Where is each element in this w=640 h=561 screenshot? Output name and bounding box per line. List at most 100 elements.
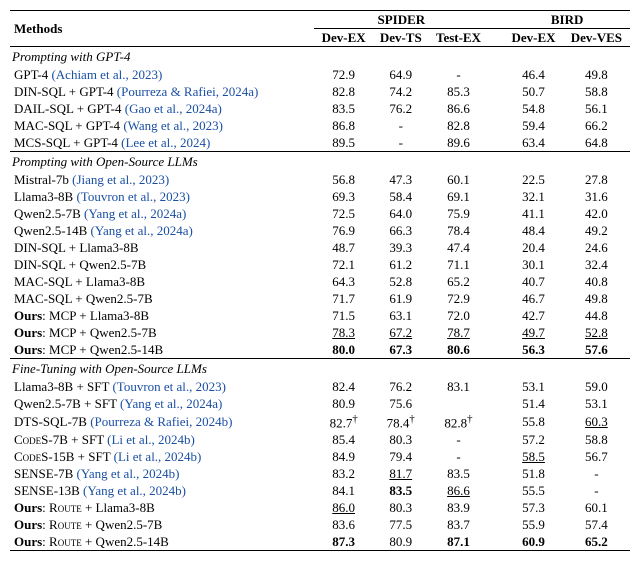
table-cell: 22.5 bbox=[504, 171, 562, 188]
table-cell: 49.2 bbox=[563, 222, 630, 239]
table-cell: 20.4 bbox=[504, 239, 562, 256]
table-cell: 54.8 bbox=[504, 100, 562, 117]
table-cell: 85.4 bbox=[314, 431, 372, 448]
table-row-method: Ours: MCP + Llama3-8B bbox=[10, 307, 314, 324]
table-cell: 72.1 bbox=[314, 256, 372, 273]
table-cell: 57.3 bbox=[504, 499, 562, 516]
table-cell: 50.7 bbox=[504, 83, 562, 100]
table-cell: - bbox=[563, 482, 630, 499]
table-cell: 83.6 bbox=[314, 516, 372, 533]
table-cell: 89.6 bbox=[429, 134, 489, 152]
table-cell: 78.3 bbox=[314, 324, 372, 341]
table-cell: 69.1 bbox=[429, 188, 489, 205]
table-cell: 78.4 bbox=[429, 222, 489, 239]
table-row-method: Mistral-7b (Jiang et al., 2023) bbox=[10, 171, 314, 188]
table-cell: 59.0 bbox=[563, 378, 630, 395]
table-cell: 82.8 bbox=[429, 117, 489, 134]
table-cell: 56.3 bbox=[504, 341, 562, 359]
table-cell: 53.1 bbox=[563, 395, 630, 412]
table-cell: 64.3 bbox=[314, 273, 372, 290]
table-cell: 75.9 bbox=[429, 205, 489, 222]
table-cell: 82.8† bbox=[429, 412, 489, 431]
section-title: Prompting with Open-Source LLMs bbox=[10, 152, 630, 172]
table-row-method: Ours: MCP + Qwen2.5-7B bbox=[10, 324, 314, 341]
table-cell: 65.2 bbox=[429, 273, 489, 290]
table-cell: 49.8 bbox=[563, 66, 630, 83]
table-cell: 60.1 bbox=[563, 499, 630, 516]
table-cell: 84.1 bbox=[314, 482, 372, 499]
table-cell: 86.6 bbox=[429, 100, 489, 117]
table-cell: 66.2 bbox=[563, 117, 630, 134]
table-cell: 24.6 bbox=[563, 239, 630, 256]
table-cell: 72.9 bbox=[314, 66, 372, 83]
table-cell: 66.3 bbox=[373, 222, 429, 239]
table-cell: 80.9 bbox=[373, 533, 429, 551]
table-cell: 55.8 bbox=[504, 412, 562, 431]
table-cell: 77.5 bbox=[373, 516, 429, 533]
table-row-method: Qwen2.5-14B (Yang et al., 2024a) bbox=[10, 222, 314, 239]
section-title: Fine-Tuning with Open-Source LLMs bbox=[10, 359, 630, 379]
table-cell: 58.4 bbox=[373, 188, 429, 205]
table-cell: 80.0 bbox=[314, 341, 372, 359]
table-row-method: Qwen2.5-7B (Yang et al., 2024a) bbox=[10, 205, 314, 222]
table-cell: 86.8 bbox=[314, 117, 372, 134]
table-cell: 82.7† bbox=[314, 412, 372, 431]
table-row-method: Ours: Route + Qwen2.5-7B bbox=[10, 516, 314, 533]
section-title: Prompting with GPT-4 bbox=[10, 47, 630, 67]
col-testex: Test-EX bbox=[429, 29, 489, 47]
table-cell: - bbox=[563, 465, 630, 482]
table-cell: 52.8 bbox=[373, 273, 429, 290]
table-cell: 61.2 bbox=[373, 256, 429, 273]
table-cell: 71.1 bbox=[429, 256, 489, 273]
table-row-method: Ours: Route + Qwen2.5-14B bbox=[10, 533, 314, 551]
table-body: Prompting with GPT-4GPT-4 (Achiam et al.… bbox=[10, 47, 630, 551]
table-cell: 83.1 bbox=[429, 378, 489, 395]
table-cell: 87.3 bbox=[314, 533, 372, 551]
table-cell: 31.6 bbox=[563, 188, 630, 205]
table-cell: 49.8 bbox=[563, 290, 630, 307]
table-cell: 86.0 bbox=[314, 499, 372, 516]
table-cell: 71.7 bbox=[314, 290, 372, 307]
col-bdevves: Dev-VES bbox=[563, 29, 630, 47]
table-cell: 46.4 bbox=[504, 66, 562, 83]
table-cell: 85.3 bbox=[429, 83, 489, 100]
col-devts: Dev-TS bbox=[373, 29, 429, 47]
table-cell: 32.1 bbox=[504, 188, 562, 205]
table-cell: 75.6 bbox=[373, 395, 429, 412]
table-cell: 47.3 bbox=[373, 171, 429, 188]
table-cell: 49.7 bbox=[504, 324, 562, 341]
table-cell: 72.0 bbox=[429, 307, 489, 324]
table-row-method: MAC-SQL + GPT-4 (Wang et al., 2023) bbox=[10, 117, 314, 134]
table-row-method: DIN-SQL + Qwen2.5-7B bbox=[10, 256, 314, 273]
table-cell: 86.6 bbox=[429, 482, 489, 499]
table-cell: 57.6 bbox=[563, 341, 630, 359]
table-cell: 48.7 bbox=[314, 239, 372, 256]
table-row-method: CodeS-7B + SFT (Li et al., 2024b) bbox=[10, 431, 314, 448]
table-cell: 51.8 bbox=[504, 465, 562, 482]
table-cell: 74.2 bbox=[373, 83, 429, 100]
table-cell: - bbox=[429, 66, 489, 83]
table-row-method: MAC-SQL + Llama3-8B bbox=[10, 273, 314, 290]
table-cell: 58.5 bbox=[504, 448, 562, 465]
table-cell: 56.1 bbox=[563, 100, 630, 117]
table-cell: 48.4 bbox=[504, 222, 562, 239]
table-cell: - bbox=[373, 134, 429, 152]
table-row-method: Qwen2.5-7B + SFT (Yang et al., 2024a) bbox=[10, 395, 314, 412]
col-bird: BIRD bbox=[504, 11, 630, 29]
table-cell: - bbox=[429, 448, 489, 465]
table-cell: 53.1 bbox=[504, 378, 562, 395]
table-cell: 83.2 bbox=[314, 465, 372, 482]
table-cell: 56.8 bbox=[314, 171, 372, 188]
table-cell: 67.2 bbox=[373, 324, 429, 341]
table-cell: 84.9 bbox=[314, 448, 372, 465]
table-cell: 83.9 bbox=[429, 499, 489, 516]
table-cell: 64.8 bbox=[563, 134, 630, 152]
table-cell: 55.9 bbox=[504, 516, 562, 533]
table-cell: 44.8 bbox=[563, 307, 630, 324]
table-cell: 64.0 bbox=[373, 205, 429, 222]
table-row-method: CodeS-15B + SFT (Li et al., 2024b) bbox=[10, 448, 314, 465]
results-table: Methods SPIDER BIRD Dev-EX Dev-TS Test-E… bbox=[10, 10, 630, 551]
table-cell: 83.5 bbox=[314, 100, 372, 117]
table-cell: - bbox=[373, 117, 429, 134]
table-cell: 41.1 bbox=[504, 205, 562, 222]
